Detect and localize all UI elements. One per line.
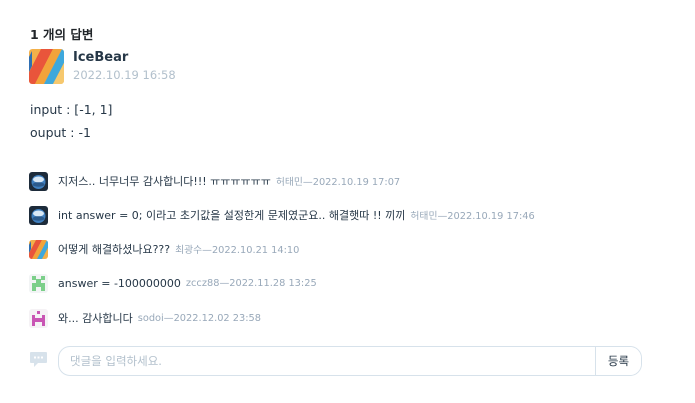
pink-pixel-avatar-icon [29,308,48,328]
comment-author[interactable]: 허태민 [276,177,303,188]
comment-meta: 허태민—2022.10.19 17:46 [410,211,535,222]
stripes-avatar-icon [29,49,64,84]
comment-date: 2022.11.28 13:25 [229,277,317,289]
comment-item: int answer = 0; 이라고 초기값을 설정한게 문제였군요.. 해결… [29,204,535,226]
comment-text: answer = -100000000 [58,276,181,290]
author-avatar[interactable] [29,49,64,84]
stripes-avatar-icon [29,239,48,259]
commenter-avatar[interactable] [29,308,48,328]
comment-date: 2022.12.02 23:58 [173,312,262,324]
comment-text: 어떻게 해결하셨나요??? [58,243,171,256]
comment-item: 와... 감사합니다 sodoi—2022.12.02 23:58 [29,307,261,329]
comment-meta: sodoi—2022.12.02 23:58 [137,312,262,324]
reply-form: 등록 [58,346,642,376]
green-pixel-avatar-icon [29,273,48,293]
comment-item: 지저스.. 너무너무 감사합니다!!! ㅠㅠㅠㅠㅠㅠ 허태민—2022.10.1… [29,170,400,192]
comment-text: int answer = 0; 이라고 초기값을 설정한게 문제였군요.. 해결… [58,209,406,222]
comment-meta: zccz88—2022.11.28 13:25 [185,277,317,289]
comment-meta: 최광수—2022.10.21 14:10 [175,245,300,256]
planet-avatar-icon [29,171,48,191]
answer-date: 2022.10.19 16:58 [73,68,176,82]
comment-meta: 허태민—2022.10.19 17:07 [275,177,401,188]
submit-comment-button[interactable]: 등록 [595,347,641,375]
comment-date: 2022.10.21 14:10 [211,245,300,256]
comment-text: 와... 감사합니다 [58,312,133,325]
author-name[interactable]: IceBear [73,50,128,65]
commenter-avatar[interactable] [29,205,48,225]
commenter-avatar[interactable] [29,239,48,259]
comment-author[interactable]: 최광수 [175,245,202,256]
comment-author[interactable]: zccz88 [186,278,220,289]
commenter-avatar[interactable] [29,171,48,191]
planet-avatar-icon [29,205,48,225]
comment-author[interactable]: sodoi [138,313,164,324]
comment-date: 2022.10.19 17:46 [447,211,535,222]
reply-icon-wrap [29,351,48,368]
comment-bubble-icon [30,352,47,367]
comment-input[interactable] [59,347,595,375]
comment-text: 지저스.. 너무너무 감사합니다!!! ㅠㅠㅠㅠㅠㅠ [58,175,271,188]
answers-count: 1 개의 답변 [30,27,94,42]
comment-author[interactable]: 허태민 [410,211,437,222]
answer-body-line: ouput : -1 [30,125,91,140]
comment-item: 어떻게 해결하셨나요??? 최광수—2022.10.21 14:10 [29,238,299,260]
comment-date: 2022.10.19 17:07 [312,177,401,188]
comment-item: answer = -100000000 zccz88—2022.11.28 13… [29,272,317,294]
commenter-avatar[interactable] [29,273,48,293]
answer-body-line: input : [-1, 1] [30,102,113,117]
